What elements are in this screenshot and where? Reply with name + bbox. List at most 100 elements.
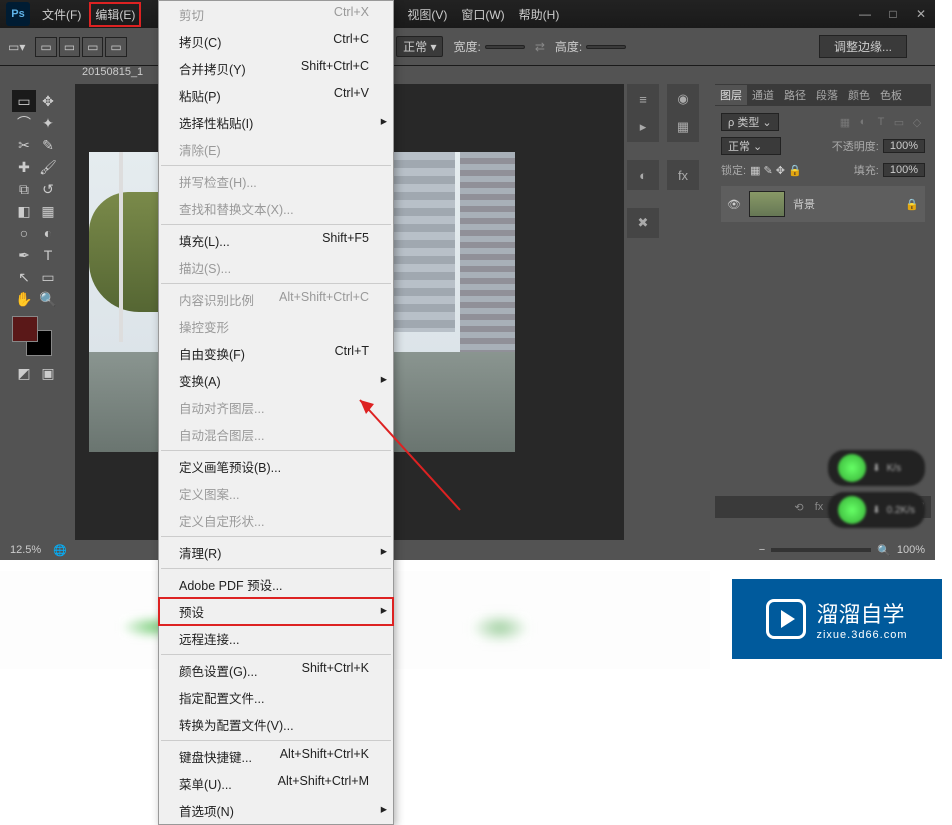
menu-copy[interactable]: 拷贝(C)Ctrl+C [159,28,393,55]
lasso-tool[interactable]: ⌒ [12,112,36,134]
menu-help[interactable]: 帮助(H) [513,2,566,27]
titlebar: Ps 文件(F) 编辑(E) 视图(V) 窗口(W) 帮助(H) — □ ✕ [0,0,935,28]
stamp-tool[interactable]: ⧉ [12,178,36,200]
zoom-in-icon[interactable]: 🔍 [877,544,891,557]
width-input[interactable] [485,45,525,49]
height-label: 高度: [555,38,582,55]
fill-value[interactable]: 100% [883,163,925,177]
menu-edit[interactable]: 编辑(E) [89,2,141,27]
layer-kind-select[interactable]: ρ 类型 ⌄ [721,113,779,131]
layer-background[interactable]: 👁 背景 🔒 [721,186,925,222]
color-swatches[interactable] [12,316,52,356]
menu-paste-special[interactable]: 选择性粘贴(I)▸ [159,109,393,136]
history-brush-tool[interactable]: ↺ [36,178,60,200]
fx-icon[interactable]: fx [811,499,827,515]
menu-convert-profile[interactable]: 转换为配置文件(V)... [159,711,393,738]
move-tool[interactable]: ✥ [36,90,60,112]
blend-mode-select[interactable]: 正常 ⌄ [721,137,781,155]
blur-tool[interactable]: ○ [12,222,36,244]
eraser-tool[interactable]: ◧ [12,200,36,222]
width-label: 宽度: [453,38,480,55]
close-button[interactable]: ✕ [907,4,935,24]
history-icon[interactable]: ≡ [632,88,654,110]
menu-clear[interactable]: 清除(E) [159,136,393,163]
menubar: 文件(F) 编辑(E) [36,2,141,27]
menu-spell[interactable]: 拼写检查(H)... [159,168,393,195]
tab-color[interactable]: 颜色 [843,85,875,105]
menu-shortcuts[interactable]: 键盘快捷键...Alt+Shift+Ctrl+K [159,743,393,770]
eyedropper-tool[interactable]: ✎ [36,134,60,156]
screenmode-toggle[interactable]: ▣ [36,362,60,384]
menu-assign-profile[interactable]: 指定配置文件... [159,684,393,711]
swatches-icon[interactable]: ▦ [672,116,694,138]
marquee-tool[interactable]: ▭ [12,90,36,112]
menu-presets[interactable]: 预设▸ [159,598,393,625]
tab-paths[interactable]: 路径 [779,85,811,105]
actions-icon[interactable]: ▸ [632,116,654,138]
fill-label: 填充: [854,162,879,178]
menu-free-transform[interactable]: 自由变换(F)Ctrl+T [159,340,393,367]
dodge-tool[interactable]: ◐ [36,222,60,244]
status-bar: 12.5% 🌐 − 🔍 100% [0,540,935,560]
menu-stroke[interactable]: 描边(S)... [159,254,393,281]
foreground-color[interactable] [12,316,38,342]
document-tab[interactable]: 20150815_1 [82,66,143,78]
crop-tool[interactable]: ✂ [12,134,36,156]
tab-channels[interactable]: 通道 [747,85,779,105]
wrench-icon[interactable]: ✖ [632,212,654,234]
type-tool[interactable]: T [36,244,60,266]
visibility-icon[interactable]: 👁 [727,198,741,211]
color-icon[interactable]: ◉ [672,88,694,110]
hand-tool[interactable]: ✋ [12,288,36,310]
menu-fill[interactable]: 填充(L)...Shift+F5 [159,227,393,254]
zoom-level[interactable]: 12.5% [10,544,41,556]
refine-edge-button[interactable]: 调整边缘... [819,35,907,58]
menu-menus[interactable]: 菜单(U)...Alt+Shift+Ctrl+M [159,770,393,797]
overlay-bubbles: ⬇K/s ⬇0.2K/s [828,450,925,534]
lock-icon: 🔒 [905,198,919,211]
menu-remote[interactable]: 远程连接... [159,625,393,652]
opacity-label: 不透明度: [832,138,879,154]
tab-swatches[interactable]: 色板 [875,85,907,105]
menu-find-replace[interactable]: 查找和替换文本(X)... [159,195,393,222]
menu-window[interactable]: 窗口(W) [455,2,510,27]
menu-paste[interactable]: 粘贴(P)Ctrl+V [159,82,393,109]
ps-logo: Ps [6,2,30,26]
gradient-tool[interactable]: ▦ [36,200,60,222]
link-layers-icon[interactable]: ⟲ [791,499,807,515]
minimize-button[interactable]: — [851,4,879,24]
mode-select[interactable]: 正常 ▾ [396,36,443,57]
menu-view[interactable]: 视图(V) [401,2,453,27]
menu-file[interactable]: 文件(F) [36,2,87,27]
menu-purge[interactable]: 清理(R)▸ [159,539,393,566]
height-input[interactable] [586,45,626,49]
adjustments-icon[interactable]: ◐ [632,164,654,186]
brush-tool[interactable]: 🖌 [36,156,60,178]
tab-layers[interactable]: 图层 [715,85,747,105]
menu-content-aware[interactable]: 内容识别比例Alt+Shift+Ctrl+C [159,286,393,313]
doc-info-icon[interactable]: 🌐 [53,544,67,557]
healing-tool[interactable]: ✚ [12,156,36,178]
menu-preferences[interactable]: 首选项(N)▸ [159,797,393,824]
zoom-tool[interactable]: 🔍 [36,288,60,310]
options-bar: ▭▾ ▭ ▭ ▭ ▭ 式: 正常 ▾ 宽度: ⇄ 高度: 调整边缘... [0,28,935,66]
opacity-value[interactable]: 100% [883,139,925,153]
menu-puppet-warp[interactable]: 操控变形 [159,313,393,340]
layer-name: 背景 [793,196,815,212]
shape-tool[interactable]: ▭ [36,266,60,288]
tab-paragraph[interactable]: 段落 [811,85,843,105]
magic-wand-tool[interactable]: ✦ [36,112,60,134]
avatar-icon [838,454,866,482]
zoom-out-icon[interactable]: − [759,544,765,556]
path-select-tool[interactable]: ↖ [12,266,36,288]
layer-thumbnail [749,191,785,217]
quickmask-toggle[interactable]: ◩ [12,362,36,384]
menu-color-settings[interactable]: 颜色设置(G)...Shift+Ctrl+K [159,657,393,684]
menu-adobe-pdf[interactable]: Adobe PDF 预设... [159,571,393,598]
styles-icon[interactable]: fx [672,164,694,186]
menu-cut[interactable]: 剪切Ctrl+X [159,1,393,28]
menu-copy-merged[interactable]: 合并拷贝(Y)Shift+Ctrl+C [159,55,393,82]
maximize-button[interactable]: □ [879,4,907,24]
pen-tool[interactable]: ✒ [12,244,36,266]
tools-panel: ▭✥ ⌒✦ ✂✎ ✚🖌 ⧉↺ ◧▦ ○◐ ✒T ↖▭ ✋🔍 ◩▣ [8,86,64,388]
